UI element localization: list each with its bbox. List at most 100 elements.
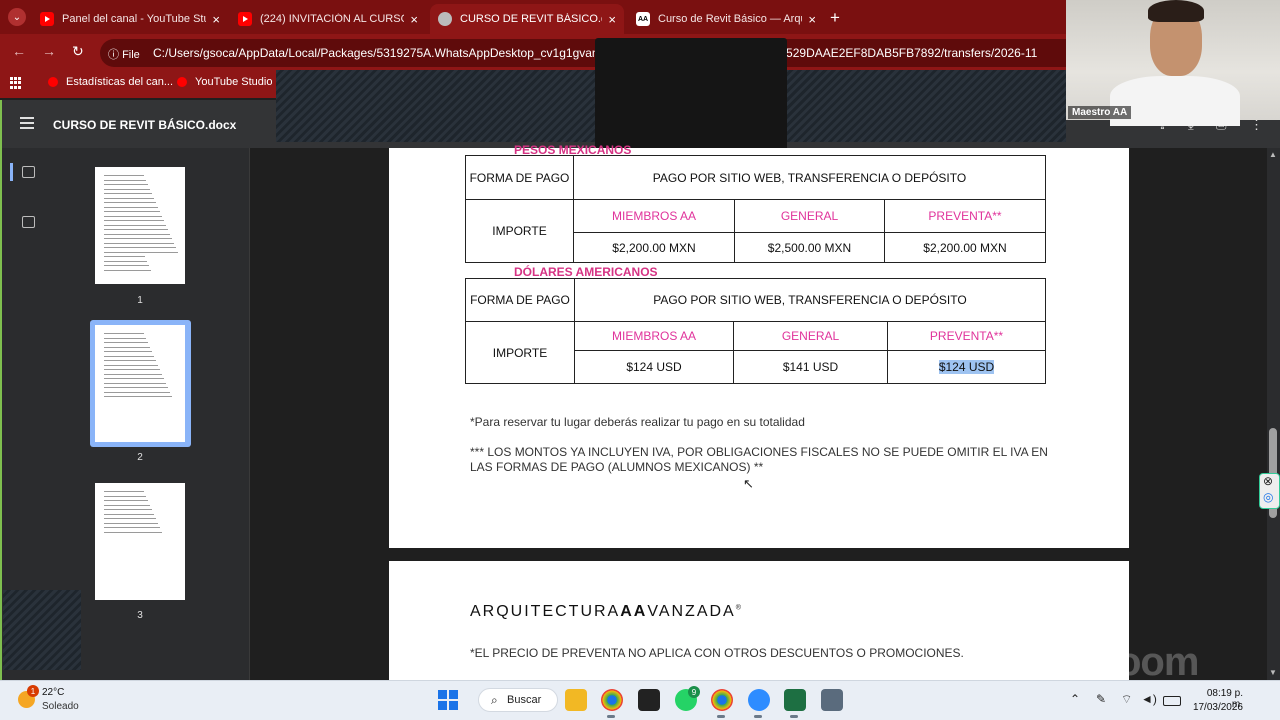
thumbnail-text-line <box>104 260 147 262</box>
scroll-up-icon[interactable]: ▲ <box>1269 150 1277 159</box>
thumbnail-text-line <box>104 220 164 221</box>
start-windows-icon[interactable] <box>438 690 458 710</box>
youtube-icon <box>238 12 252 26</box>
file-explorer-icon[interactable] <box>565 689 587 711</box>
weather-condition[interactable]: Soleado <box>42 701 79 712</box>
forward-icon[interactable]: → <box>42 43 56 59</box>
mouse-cursor-icon: ↖ <box>743 476 754 491</box>
thumbnail-text-line <box>104 229 168 230</box>
tier-presale: PREVENTA** <box>887 321 1046 351</box>
thumbnail-text-line <box>104 215 162 217</box>
tab-invitacion[interactable]: (224) INVITACIÓN AL CURSO DE REVIT × <box>230 4 426 34</box>
thumbnail-text-line <box>104 495 146 497</box>
page-thumbnail-3[interactable] <box>95 483 185 600</box>
thumbnail-text-line <box>104 346 150 348</box>
youtube-icon <box>40 12 54 26</box>
thumbnail-text-line <box>104 522 158 524</box>
price-general-mxn: $2,500.00 MXN <box>734 232 885 263</box>
rail-selection-indicator <box>10 163 13 181</box>
apps-grid-icon[interactable] <box>10 77 22 89</box>
bookmark-label: YouTube Studio <box>195 76 273 88</box>
volume-icon[interactable]: ◄) <box>1141 692 1157 706</box>
tier-members: MIEMBROS AA <box>573 199 735 233</box>
page-thumbnail-1[interactable] <box>95 167 185 284</box>
thumbnail-text-line <box>104 351 152 352</box>
thumbnail-text-line <box>104 211 160 212</box>
thumbnail-text-line <box>104 206 158 208</box>
target-icon[interactable]: ◎ <box>1263 490 1273 504</box>
thumbnail-text-line <box>104 491 144 492</box>
scrollbar-track[interactable] <box>1267 148 1280 680</box>
back-icon[interactable]: ← <box>12 43 26 59</box>
thumbnail-text-line <box>104 193 152 194</box>
taskbar-date[interactable]: 17/03/2026 <box>1183 702 1243 713</box>
scroll-down-icon[interactable]: ▼ <box>1269 668 1277 677</box>
reload-icon[interactable]: ↻ <box>72 43 84 60</box>
calculator-icon[interactable] <box>821 689 843 711</box>
thumbnail-text-line <box>104 527 160 528</box>
excel-icon[interactable] <box>784 689 806 711</box>
thumbnail-text-line <box>104 342 148 343</box>
price-table-usd: FORMA DE PAGO PAGO POR SITIO WEB, TRANSF… <box>465 278 1046 384</box>
amount-header: IMPORTE <box>465 321 575 384</box>
chrome-icon[interactable] <box>601 689 623 711</box>
outline-view-icon[interactable] <box>22 216 35 228</box>
thumbnail-text-line <box>104 202 156 203</box>
presale-note: *EL PRECIO DE PREVENTA NO APLICA CON OTR… <box>470 646 964 660</box>
tier-general: GENERAL <box>734 199 885 233</box>
price-general-usd: $141 USD <box>733 350 888 384</box>
page-thumbnail-2[interactable] <box>95 325 185 442</box>
chrome-profile-icon[interactable] <box>711 689 733 711</box>
tab-curso-docx[interactable]: CURSO DE REVIT BÁSICO.docx × <box>430 4 624 34</box>
tab-search-icon[interactable]: ⌄ <box>8 8 26 26</box>
price-table-mxn: FORMA DE PAGO PAGO POR SITIO WEB, TRANSF… <box>465 155 1046 263</box>
tray-overflow-icon[interactable]: ⌃ <box>1070 692 1080 706</box>
webcam-name-label: Maestro AA <box>1068 106 1132 119</box>
battery-icon[interactable] <box>1163 696 1181 706</box>
selected-text-highlight: $124 USD <box>938 360 995 374</box>
thumbnail-text-line <box>104 360 156 361</box>
brand-part-bold: AA <box>620 603 648 620</box>
thumbnail-text-line <box>104 391 170 393</box>
close-icon[interactable]: × <box>410 12 418 27</box>
youtube-icon <box>177 77 187 87</box>
new-tab-icon[interactable]: + <box>830 8 840 28</box>
whatsapp-badge: 9 <box>688 686 700 698</box>
payment-note: *Para reservar tu lugar deberás realizar… <box>470 415 805 429</box>
thumbnail-text-line <box>104 513 154 515</box>
price-members-usd: $124 USD <box>574 350 734 384</box>
payment-method-header: FORMA DE PAGO <box>465 278 575 322</box>
bookmark-label: Estadísticas del can... <box>66 76 173 88</box>
document-title: CURSO DE REVIT BÁSICO.docx <box>53 118 237 132</box>
tab-label: Curso de Revit Básico — Arquitectura <box>658 13 802 25</box>
thumbnail-text-line <box>104 238 172 239</box>
payment-method-header: FORMA DE PAGO <box>465 155 574 200</box>
tab-label: CURSO DE REVIT BÁSICO.docx <box>460 13 602 25</box>
page-number-3: 3 <box>137 610 143 621</box>
weather-temperature[interactable]: 22°C <box>42 687 64 698</box>
thumbnail-text-line <box>104 509 152 510</box>
zoom-icon[interactable] <box>748 689 770 711</box>
tab-curso-revit[interactable]: AA Curso de Revit Básico — Arquitectura … <box>628 4 824 34</box>
close-icon[interactable]: × <box>212 12 220 27</box>
thumbnail-text-line <box>104 256 145 257</box>
wifi-icon[interactable]: ⌔ <box>1121 692 1132 707</box>
price-presale-usd: $124 USD <box>887 350 1046 384</box>
active-app-indicator <box>717 715 725 718</box>
sticky-notes-icon[interactable] <box>638 689 660 711</box>
thumbnails-view-icon[interactable] <box>22 166 35 178</box>
tier-members: MIEMBROS AA <box>574 321 734 351</box>
thumbnail-text-line <box>104 251 178 253</box>
close-icon[interactable]: × <box>608 12 616 27</box>
site-info-button[interactable]: ⓘ File <box>108 46 140 62</box>
search-label: Buscar <box>507 694 542 706</box>
bookmark-youtube-studio[interactable]: YouTube Studio <box>177 76 272 88</box>
page-number-2: 2 <box>137 452 143 463</box>
thumbnail-text-line <box>104 355 154 357</box>
pen-icon[interactable]: ✎ <box>1096 692 1106 706</box>
bookmark-estadisticas[interactable]: Estadísticas del can... <box>48 76 173 88</box>
menu-icon[interactable] <box>20 117 34 129</box>
close-icon[interactable]: × <box>808 12 816 27</box>
close-icon[interactable]: ⊗ <box>1263 474 1273 488</box>
tab-youtube-studio[interactable]: Panel del canal - YouTube Studio × <box>32 4 228 34</box>
